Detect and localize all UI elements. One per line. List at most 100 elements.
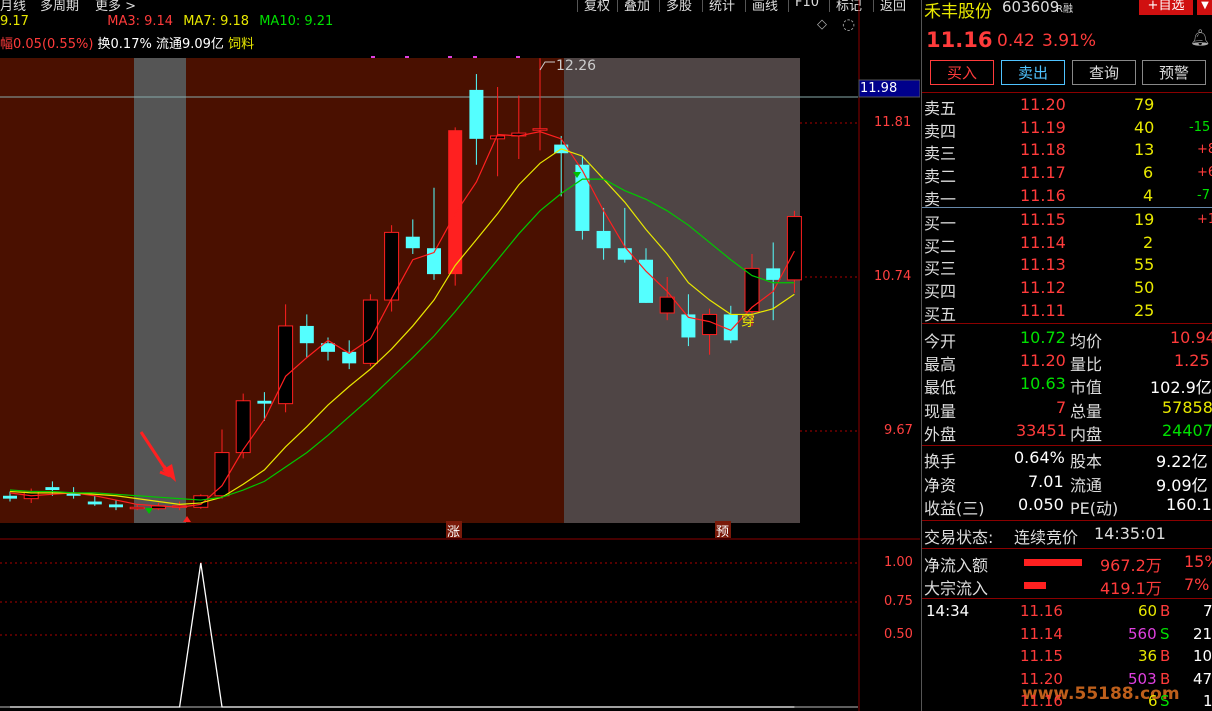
candle[interactable] [129, 506, 145, 510]
tick-price: 11.16 [1020, 692, 1063, 710]
candle[interactable] [532, 128, 548, 131]
candle[interactable] [766, 268, 781, 280]
candle[interactable] [257, 400, 272, 404]
candle[interactable] [362, 299, 378, 364]
candle[interactable] [596, 230, 611, 249]
tick-side: B [1160, 647, 1171, 665]
flow-label: 净流入额 [924, 556, 989, 575]
buy-button[interactable]: 买入 [930, 60, 994, 85]
flow-amount: 967.2万 [1100, 556, 1162, 575]
zone-bg-1 [0, 58, 134, 523]
bid-label: 买五 [924, 304, 957, 324]
candle[interactable] [299, 325, 314, 344]
ask-volume: 79 [1134, 95, 1155, 114]
candle[interactable] [702, 313, 718, 336]
price-label: 10.74 [874, 269, 912, 284]
ask-volume: 6 [1143, 163, 1154, 183]
tick-count: 1 [1203, 692, 1212, 710]
volume-ratio-label: 量比 [1070, 355, 1103, 374]
candle[interactable] [659, 296, 675, 314]
ask-label: 卖一 [924, 189, 957, 209]
bid-delta: +1 [1197, 212, 1212, 227]
float-value: 9.09亿 [1156, 476, 1208, 495]
tick-side: B [1160, 602, 1171, 620]
candle[interactable] [235, 400, 251, 454]
candle[interactable] [87, 501, 102, 505]
inner-volume-value: 24407 [1162, 421, 1212, 440]
candle[interactable] [405, 236, 420, 249]
tick-side: B [1160, 669, 1171, 688]
trade-status-time: 14:35:01 [1094, 524, 1166, 543]
pe-label: PE(动) [1070, 499, 1119, 518]
candle[interactable] [3, 495, 17, 499]
tick-side: S [1160, 624, 1170, 643]
current-price: 11.16 [926, 28, 993, 52]
tick-count: 47 [1193, 669, 1212, 688]
candle[interactable] [109, 504, 123, 508]
yu-marker: 预 [716, 525, 730, 540]
tick-count: 7 [1203, 602, 1212, 620]
net-assets-label: 净资 [924, 476, 957, 495]
sell-button[interactable]: 卖出 [1001, 60, 1065, 85]
bid-volume: 55 [1134, 255, 1155, 275]
bid-volume: 25 [1134, 300, 1155, 320]
candle[interactable] [278, 325, 294, 405]
tick-price: 11.16 [1020, 602, 1063, 620]
dropdown-icon[interactable]: ▼ [1197, 0, 1212, 15]
trade-status-value: 连续竞价 [1014, 528, 1079, 547]
zone-bg-2 [134, 58, 186, 523]
total-volume-value: 57858 [1162, 398, 1212, 417]
tick-volume: 503 [1128, 669, 1157, 688]
sub-axis-label: 0.50 [884, 627, 913, 642]
bid-price: 11.12 [1020, 278, 1066, 298]
ask-label: 卖五 [924, 99, 957, 118]
candle[interactable] [469, 89, 484, 139]
tick-volume: 36 [1138, 647, 1158, 665]
ask-price: 11.18 [1020, 140, 1066, 160]
candle[interactable] [786, 216, 802, 281]
candle[interactable] [45, 487, 60, 491]
ask-price: 11.20 [1020, 95, 1066, 114]
sub-axis-label: 0.75 [884, 594, 913, 609]
ask-label: 卖三 [924, 144, 957, 164]
eps-value: 0.050 [1018, 495, 1064, 514]
candle[interactable] [448, 130, 463, 275]
candle[interactable] [617, 248, 632, 260]
ask-price: 11.17 [1020, 163, 1066, 183]
ask-delta: +6 [1197, 165, 1212, 181]
inner-volume-label: 内盘 [1070, 425, 1103, 444]
quote-panel: 禾丰股份 603609 R融 +自选 ▼ 11.16 0.42 3.91% 🔔︎… [921, 0, 1212, 711]
bell-icon[interactable]: 🔔︎ [1190, 28, 1210, 47]
bid-volume: 2 [1143, 232, 1154, 252]
ask-price: 11.16 [1020, 185, 1066, 205]
open-value: 10.72 [1020, 328, 1066, 347]
bid-volume: 19 [1134, 210, 1155, 229]
tick-count: 10 [1193, 647, 1212, 665]
chuan-marker: 穿 [741, 314, 755, 330]
margin-tag: R融 [1056, 4, 1073, 15]
query-button[interactable]: 查询 [1072, 60, 1136, 85]
high-label: 最高 [924, 355, 957, 374]
current-volume-value: 7 [1056, 398, 1067, 417]
outer-volume-label: 外盘 [924, 425, 957, 444]
tick-volume: 560 [1128, 624, 1157, 643]
candle[interactable] [723, 314, 738, 341]
alert-button[interactable]: 预警 [1142, 60, 1206, 85]
price-change-pct: 3.91% [1042, 31, 1097, 51]
avg-label: 均价 [1070, 332, 1103, 351]
kline-chart[interactable] [0, 0, 920, 711]
ask-label: 卖四 [924, 121, 957, 141]
candle[interactable] [490, 135, 506, 140]
add-watchlist-button[interactable]: +自选 [1139, 0, 1193, 15]
stock-code: 603609 [1002, 0, 1060, 16]
avg-value: 10.94 [1170, 328, 1212, 347]
tick-price: 11.20 [1020, 669, 1063, 688]
ask-label: 卖二 [924, 167, 957, 187]
market-cap-value: 102.9亿 [1150, 378, 1212, 397]
flow-pct: 7% [1184, 575, 1210, 594]
tick-time: 14:34 [926, 602, 970, 620]
tick-volume: 6 [1148, 692, 1158, 710]
bid-label: 买三 [924, 259, 957, 279]
bid-label: 买四 [924, 282, 957, 302]
net-assets-value: 7.01 [1028, 472, 1064, 491]
